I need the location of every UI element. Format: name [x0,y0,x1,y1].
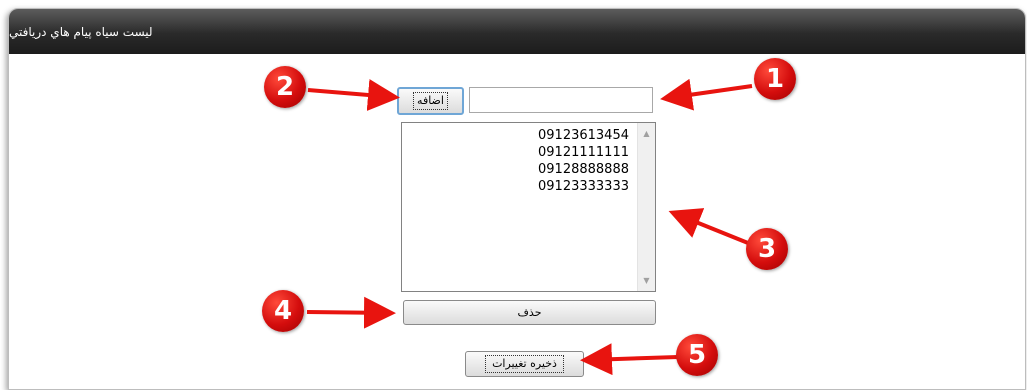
delete-button[interactable]: حذف [403,300,656,325]
blacklist-panel: ليست سياه پيام هاي دريافتي اضافه 0912361… [8,8,1026,390]
panel-title-bar: ليست سياه پيام هاي دريافتي [9,9,1025,54]
scroll-up-arrow-icon[interactable]: ▲ [638,125,655,142]
panel-title: ليست سياه پيام هاي دريافتي [9,24,153,39]
listbox-scrollbar[interactable]: ▲ ▼ [637,123,655,291]
add-button[interactable]: اضافه [397,87,464,115]
list-item[interactable]: 09128888888 [538,161,629,178]
scroll-down-arrow-icon[interactable]: ▼ [638,272,655,289]
add-button-label: اضافه [413,92,448,110]
blacklist-items: 09123613454 09121111111 09128888888 0912… [538,127,629,195]
annotation-badge-4: 4 [262,290,304,332]
save-button-label: ذخيره تغييرات [485,355,564,373]
list-item[interactable]: 09123333333 [538,178,629,195]
blacklist-listbox[interactable]: 09123613454 09121111111 09128888888 0912… [401,122,656,292]
annotation-badge-1: 1 [754,58,796,100]
phone-number-input[interactable] [469,87,653,113]
list-item[interactable]: 09123613454 [538,127,629,144]
annotation-badge-5: 5 [676,334,718,376]
annotation-badge-3: 3 [746,228,788,270]
delete-button-label: حذف [517,306,542,319]
save-changes-button[interactable]: ذخيره تغييرات [465,351,584,377]
annotation-badge-2: 2 [264,66,306,108]
list-item[interactable]: 09121111111 [538,144,629,161]
